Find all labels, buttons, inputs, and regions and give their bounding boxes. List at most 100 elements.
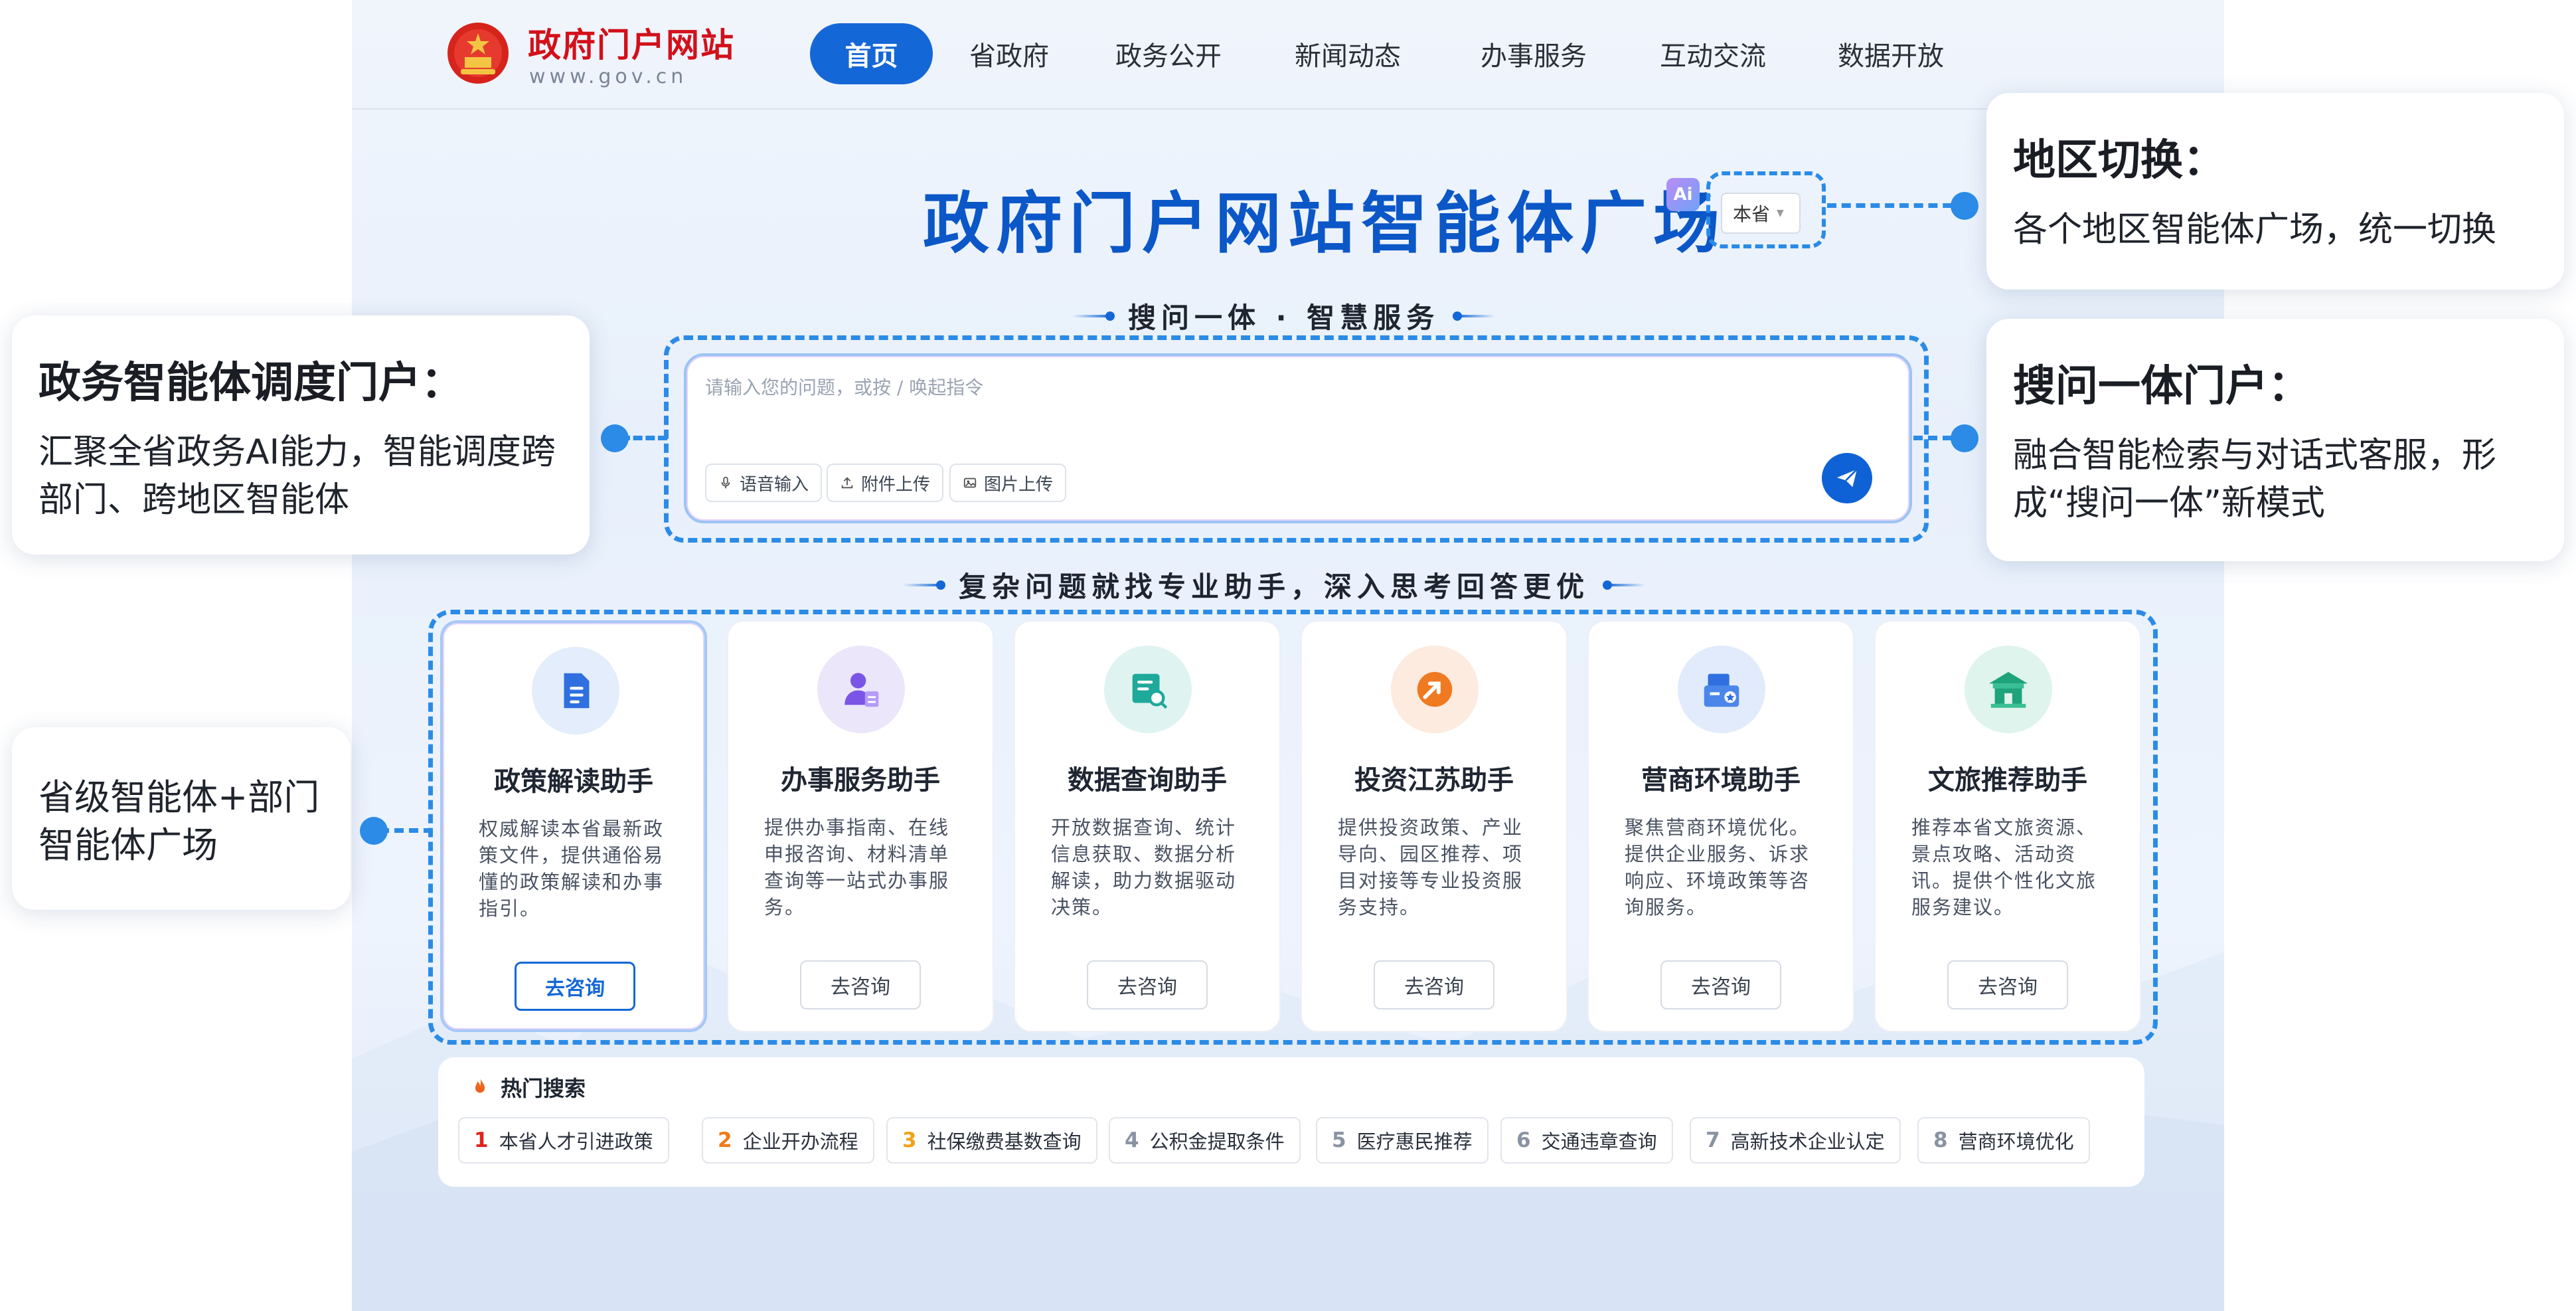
- assistant-title: 营商环境助手: [1641, 765, 1801, 796]
- hot-search-label: 营商环境优化: [1958, 1130, 2074, 1153]
- consult-button[interactable]: 去咨询: [1374, 960, 1494, 1009]
- callout-description: 融合智能检索与对话式客服，形成“搜问一体”新模式: [2013, 436, 2497, 523]
- consult-button[interactable]: 去咨询: [1660, 960, 1781, 1009]
- hot-search-label: 企业开办流程: [742, 1130, 858, 1153]
- connector-dot: [1951, 192, 1978, 220]
- hot-search-item[interactable]: 6 交通违章查询: [1500, 1117, 1673, 1164]
- nav-services[interactable]: 办事服务: [1474, 23, 1593, 84]
- pavilion-icon: [1988, 671, 2028, 708]
- callout-title: 搜问一体门户：: [2013, 362, 2310, 411]
- consult-button[interactable]: 去咨询: [1087, 960, 1208, 1009]
- hot-search-panel: 热门搜索 1 本省人才引进政策 2 企业开办流程 3 社保缴费基数查询 4 公积金提取条…: [438, 1057, 2144, 1187]
- consult-button[interactable]: 去咨询: [515, 962, 635, 1011]
- hot-search-item[interactable]: 1 本省人才引进政策: [458, 1117, 669, 1164]
- hot-search-label: 医疗惠民推荐: [1356, 1130, 1473, 1153]
- heading-decoration-left: [1072, 311, 1115, 321]
- callout-description: 汇聚全省政务AI能力，智能调度跨部门、跨地区智能体: [39, 432, 556, 520]
- voice-input-button[interactable]: 语音输入: [705, 464, 823, 502]
- chevron-down-icon: ▼: [1777, 208, 1784, 218]
- hot-search-label: 社保缴费基数查询: [927, 1130, 1082, 1153]
- nav-news[interactable]: 新闻动态: [1288, 23, 1408, 84]
- assistants-heading-text: 复杂问题就找专业助手，深入思考回答更优: [959, 570, 1590, 603]
- assistant-title: 投资江苏助手: [1354, 765, 1514, 796]
- hot-search-rank: 6: [1516, 1128, 1531, 1152]
- national-emblem-icon: [447, 23, 509, 84]
- nav-interaction[interactable]: 互动交流: [1653, 23, 1773, 84]
- callout-agent-plaza: 省级智能体+部门智能体广场: [12, 727, 351, 910]
- assistant-icon-wrap: [817, 646, 905, 733]
- connector-dot: [1951, 424, 1978, 452]
- portal-page: 政府门户网站 www.gov.cn 首页 省政府 政务公开 新闻动态 办事服务 …: [352, 0, 2224, 1311]
- nav-province-gov[interactable]: 省政府: [963, 23, 1056, 84]
- connector-line: [621, 436, 667, 440]
- assistant-icon-wrap: [1678, 646, 1765, 733]
- hot-search-item[interactable]: 5 医疗惠民推荐: [1316, 1117, 1489, 1164]
- assistant-title: 政策解读助手: [494, 766, 653, 797]
- assistant-title: 文旅推荐助手: [1928, 765, 2087, 796]
- assistant-card-business[interactable]: 营商环境助手 聚焦营商环境优化。提供企业服务、诉求响应、环境政策等咨询服务。 去…: [1587, 620, 1854, 1032]
- search-heading: 搜问一体 · 智慧服务: [1072, 296, 1496, 336]
- assistant-icon-wrap: [1965, 646, 2052, 733]
- callout-title: 地区切换：: [2013, 136, 2225, 185]
- assistant-description: 开放数据查询、统计信息获取、数据分析解读，助力数据驱动决策。: [1051, 816, 1237, 918]
- nav-open-data[interactable]: 数据开放: [1831, 23, 1951, 84]
- callout-region-switch: 地区切换： 各个地区智能体广场，统一切换: [1986, 93, 2564, 290]
- send-button[interactable]: [1822, 453, 1872, 503]
- callout-description: 省级智能体+部门智能体广场: [39, 776, 320, 866]
- assistant-card-data[interactable]: 数据查询助手 开放数据查询、统计信息获取、数据分析解读，助力数据驱动决策。 去咨…: [1014, 620, 1281, 1032]
- connector-line: [1827, 203, 1967, 208]
- upload-icon: [841, 477, 853, 489]
- ai-badge-icon: Ai: [1666, 178, 1700, 211]
- image-upload-label: 图片上传: [984, 474, 1054, 495]
- image-icon: [963, 478, 977, 488]
- callout-search-portal: 搜问一体门户： 融合智能检索与对话式客服，形成“搜问一体”新模式: [1986, 319, 2564, 561]
- heading-decoration-right: [1453, 311, 1496, 321]
- assistant-card-policy[interactable]: 政策解读助手 权威解读本省最新政策文件，提供通俗易懂的政策解读和办事指引。 去咨…: [440, 620, 707, 1032]
- top-header: 政府门户网站 www.gov.cn 首页 省政府 政务公开 新闻动态 办事服务 …: [352, 0, 2224, 110]
- hot-search-rank: 2: [718, 1128, 732, 1152]
- region-select[interactable]: 本省 ▼: [1721, 193, 1801, 234]
- service-person-icon: [845, 673, 879, 707]
- consult-button[interactable]: 去咨询: [800, 960, 921, 1009]
- assistant-card-tourism[interactable]: 文旅推荐助手 推荐本省文旅资源、景点攻略、活动资讯。提供个性化文旅服务建议。 去…: [1874, 620, 2141, 1032]
- image-upload-button[interactable]: 图片上传: [949, 464, 1067, 502]
- search-placeholder: 请输入您的问题，或按 / 唤起指令: [705, 377, 984, 398]
- hot-search-item[interactable]: 7 高新技术企业认定: [1690, 1117, 1901, 1164]
- hot-search-item[interactable]: 4 公积金提取条件: [1109, 1117, 1301, 1164]
- hot-search-item[interactable]: 2 企业开办流程: [702, 1117, 874, 1164]
- nav-gov-affairs[interactable]: 政务公开: [1109, 23, 1228, 84]
- hot-search-rank: 3: [902, 1128, 917, 1152]
- assistant-icon-wrap: [532, 647, 619, 735]
- heading-decoration-left: [903, 580, 945, 590]
- attachment-upload-button[interactable]: 附件上传: [827, 464, 944, 502]
- assistant-card-investment[interactable]: 投资江苏助手 提供投资政策、产业导向、园区推荐、项目对接等专业投资服务支持。 去…: [1301, 620, 1568, 1032]
- voice-input-label: 语音输入: [740, 474, 809, 495]
- callout-title: 政务智能体调度门户：: [39, 359, 463, 408]
- logo-title[interactable]: 政府门户网站: [528, 19, 735, 66]
- connector-line: [380, 828, 433, 833]
- region-select-value: 本省: [1733, 203, 1771, 225]
- hot-search-rank: 5: [1332, 1128, 1346, 1152]
- consult-button[interactable]: 去咨询: [1947, 960, 2068, 1009]
- hot-search-title: 热门搜索: [469, 1072, 586, 1102]
- assistant-card-service[interactable]: 办事服务助手 提供办事指南、在线申报咨询、材料清单查询等一站式办事服务。 去咨询: [727, 620, 994, 1032]
- hot-search-label: 高新技术企业认定: [1730, 1130, 1885, 1153]
- hot-search-item[interactable]: 8 营商环境优化: [1917, 1117, 2090, 1164]
- hot-search-item[interactable]: 3 社保缴费基数查询: [886, 1117, 1097, 1164]
- nav-home[interactable]: 首页: [810, 23, 933, 84]
- hot-search-rank: 7: [1706, 1128, 1720, 1152]
- hot-search-label: 本省人才引进政策: [499, 1130, 653, 1153]
- assistant-title: 办事服务助手: [781, 765, 940, 796]
- logo-subtitle: www.gov.cn: [529, 65, 688, 88]
- callout-description: 各个地区智能体广场，统一切换: [2013, 210, 2497, 250]
- assistant-description: 权威解读本省最新政策文件，提供通俗易懂的政策解读和办事指引。: [479, 818, 665, 920]
- assistant-description: 聚焦营商环境优化。提供企业服务、诉求响应、环境政策等咨询服务。: [1625, 816, 1811, 918]
- data-search-icon: [1132, 673, 1168, 709]
- microphone-icon: [721, 476, 730, 489]
- assistants-heading: 复杂问题就找专业助手，深入思考回答更优: [903, 565, 1646, 605]
- heading-decoration-right: [1603, 580, 1646, 590]
- hot-search-label: 公积金提取条件: [1149, 1130, 1285, 1153]
- hot-search-rank: 1: [474, 1128, 489, 1152]
- document-icon: [564, 673, 590, 709]
- assistant-icon-wrap: [1104, 646, 1192, 733]
